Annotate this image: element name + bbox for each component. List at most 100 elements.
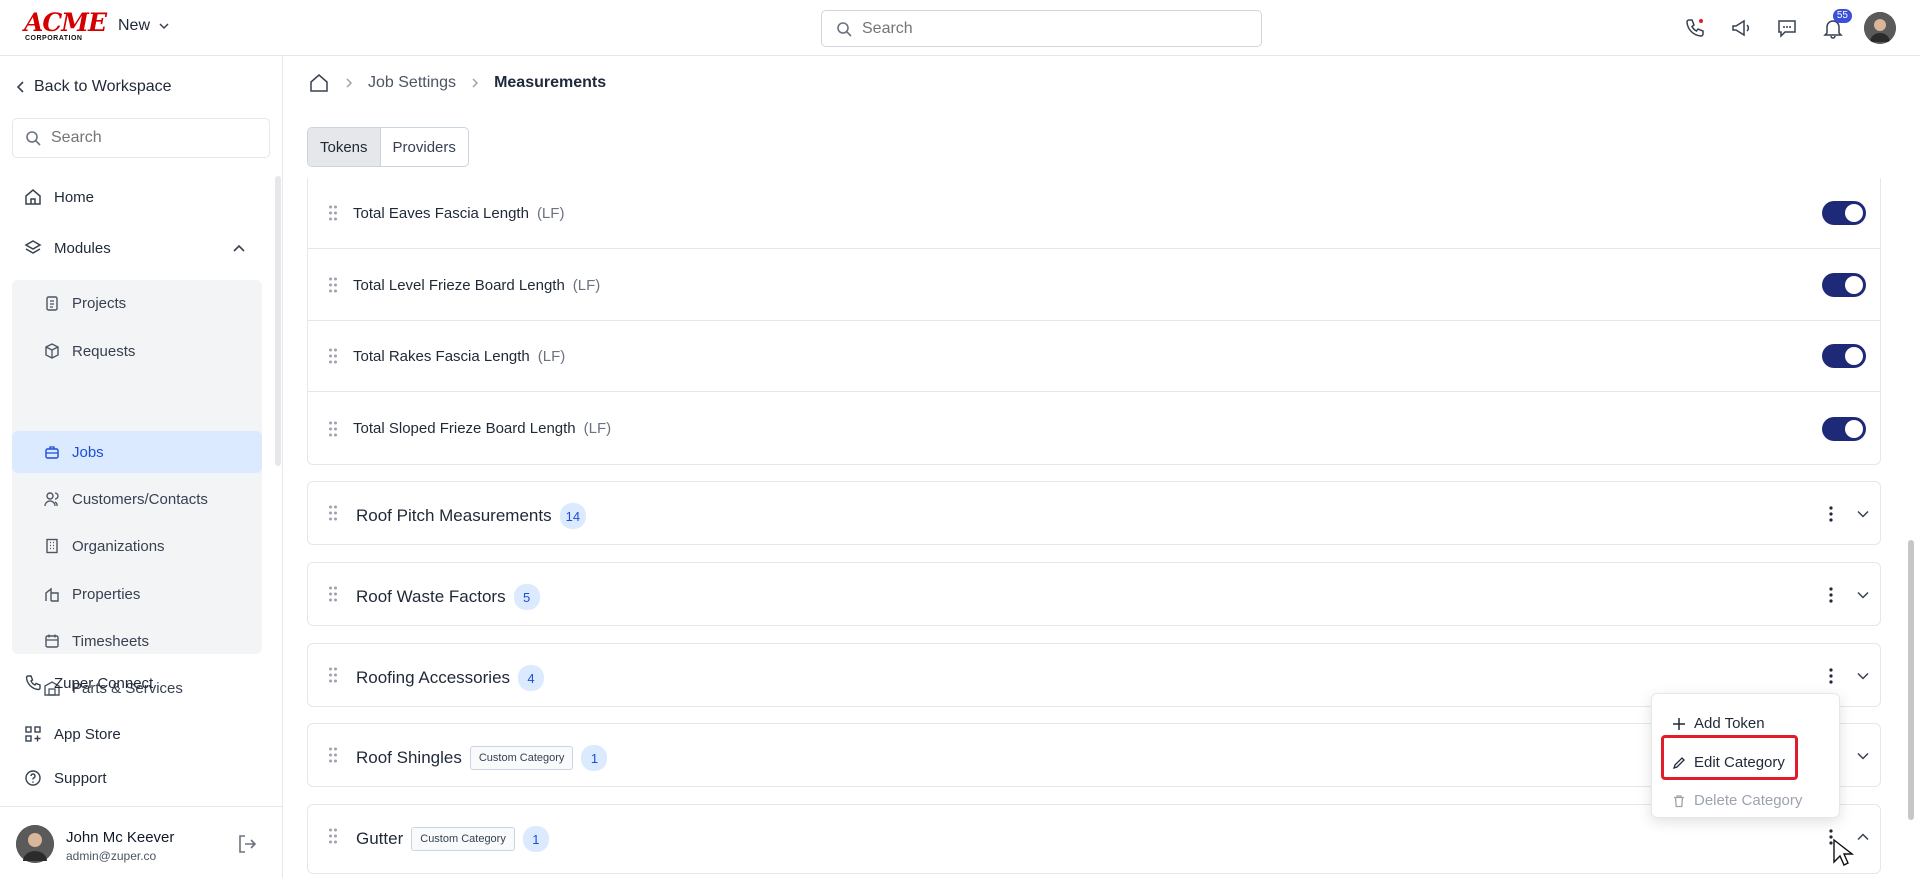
chat-icon[interactable] — [1772, 13, 1802, 43]
app-store-label: App Store — [54, 725, 121, 743]
help-circle-icon — [25, 770, 41, 786]
logo-text: ACME — [24, 8, 107, 37]
chevron-up-icon — [233, 244, 245, 252]
properties-label: Properties — [72, 585, 141, 603]
sidebar: Back to Workspace Home Modules Projects … — [0, 56, 283, 878]
chevron-down-icon[interactable] — [1853, 744, 1873, 768]
token-toggle[interactable] — [1822, 344, 1866, 368]
sidebar-item-organizations[interactable]: Organizations — [12, 525, 262, 567]
drag-handle-icon[interactable] — [328, 276, 338, 294]
breadcrumb-current: Measurements — [494, 74, 607, 91]
new-dropdown-button[interactable]: New — [118, 17, 170, 35]
chevron-down-icon[interactable] — [1853, 664, 1873, 688]
breadcrumb: Job Settings Measurements — [308, 72, 606, 94]
projects-label: Projects — [72, 294, 127, 312]
token-row: Total Rakes Fascia Length (LF) — [308, 321, 1880, 392]
customers-contacts-label: Customers/Contacts — [72, 490, 208, 508]
category-card-roof-pitch[interactable]: Roof Pitch Measurements 14 — [307, 481, 1881, 545]
category-card-gutter[interactable]: Gutter Custom Category 1 — [307, 804, 1881, 874]
sidebar-scrollbar[interactable] — [275, 176, 281, 466]
sidebar-item-projects[interactable]: Projects — [12, 282, 262, 324]
organizations-label: Organizations — [72, 537, 165, 555]
box-icon — [45, 343, 59, 359]
category-card-roofing-accessories[interactable]: Roofing Accessories 4 — [307, 643, 1881, 707]
sidebar-item-modules[interactable]: Modules — [24, 239, 250, 257]
add-token-menu-item[interactable]: Add Token — [1672, 715, 1765, 732]
token-toggle[interactable] — [1822, 416, 1866, 441]
sidebar-search-box[interactable] — [12, 118, 270, 158]
chevron-down-icon[interactable] — [1853, 583, 1873, 607]
sidebar-item-jobs[interactable]: Jobs — [12, 431, 262, 473]
megaphone-icon[interactable] — [1726, 13, 1756, 43]
drag-handle-icon[interactable] — [328, 420, 338, 438]
user-avatar[interactable] — [1864, 12, 1896, 44]
global-search-input[interactable] — [862, 19, 1242, 38]
acme-logo[interactable]: ACME CORPORATION — [24, 8, 107, 42]
tab-group: Tokens Providers — [307, 127, 469, 167]
sidebar-item-properties[interactable]: Properties — [12, 573, 262, 615]
token-row: Total Sloped Frieze Board Length (LF) — [308, 393, 1880, 464]
back-label: Back to Workspace — [34, 78, 172, 95]
highlight-box — [1661, 735, 1798, 780]
sidebar-item-zuper-connect[interactable]: Zuper Connect — [24, 674, 153, 692]
sidebar-item-app-store[interactable]: App Store — [24, 725, 121, 743]
custom-category-tag: Custom Category — [469, 746, 574, 770]
search-icon — [837, 21, 852, 37]
home-icon — [25, 189, 41, 205]
breadcrumb-job-settings[interactable]: Job Settings — [368, 74, 456, 92]
home-icon[interactable] — [308, 72, 330, 94]
briefcase-icon — [45, 446, 59, 459]
token-row: Total Eaves Fascia Length (LF) — [308, 178, 1880, 249]
token-unit: (LF) — [537, 347, 566, 365]
drag-handle-icon[interactable] — [328, 504, 338, 522]
notification-bell-icon[interactable]: 55 — [1818, 9, 1852, 43]
sidebar-item-customers-contacts[interactable]: Customers/Contacts — [12, 478, 262, 520]
chevron-right-icon — [346, 78, 353, 88]
sidebar-search-input[interactable] — [51, 129, 251, 147]
logout-icon[interactable] — [236, 833, 258, 860]
token-count-badge: 4 — [518, 665, 545, 691]
sidebar-item-support[interactable]: Support — [24, 769, 107, 787]
tab-providers[interactable]: Providers — [381, 128, 468, 166]
chevron-up-icon[interactable] — [1853, 825, 1873, 849]
home-label: Home — [54, 188, 95, 206]
sidebar-item-home[interactable]: Home — [24, 188, 94, 206]
category-title: Gutter Custom Category 1 — [356, 826, 549, 852]
category-card-roof-shingles[interactable]: Roof Shingles Custom Category 1 — [307, 723, 1881, 787]
tab-tokens[interactable]: Tokens — [308, 128, 381, 166]
category-card-roof-waste[interactable]: Roof Waste Factors 5 — [307, 562, 1881, 626]
token-count-badge: 14 — [559, 503, 587, 529]
back-to-workspace-link[interactable]: Back to Workspace — [16, 78, 172, 96]
sidebar-item-requests[interactable]: Requests — [12, 330, 262, 372]
token-name: Total Rakes Fascia Length (LF) — [353, 347, 566, 365]
chevron-left-icon — [16, 81, 24, 93]
token-toggle[interactable] — [1822, 273, 1866, 297]
delete-category-menu-item: Delete Category — [1672, 792, 1802, 809]
phone-icon[interactable] — [1680, 13, 1710, 43]
plus-icon — [1673, 717, 1685, 730]
drag-handle-icon[interactable] — [328, 666, 338, 684]
jobs-label: Jobs — [72, 443, 104, 461]
main-scrollbar[interactable] — [1908, 540, 1914, 820]
token-toggle[interactable] — [1822, 201, 1866, 225]
sidebar-item-timesheets[interactable]: Timesheets — [12, 620, 262, 662]
notification-count-badge: 55 — [1832, 9, 1852, 23]
property-icon — [45, 587, 59, 602]
more-vertical-icon[interactable] — [1823, 583, 1839, 607]
global-search-box[interactable] — [821, 10, 1262, 47]
avatar[interactable] — [16, 825, 54, 863]
tokens-card: Total Eaves Fascia Length (LF) Total Leve… — [307, 178, 1881, 465]
modules-label: Modules — [54, 239, 111, 257]
drag-handle-icon[interactable] — [328, 204, 338, 222]
token-unit: (LF) — [536, 204, 565, 222]
zuper-connect-label: Zuper Connect — [54, 674, 154, 692]
more-vertical-icon[interactable] — [1823, 664, 1839, 688]
drag-handle-icon[interactable] — [328, 746, 338, 764]
drag-handle-icon[interactable] — [328, 827, 338, 845]
drag-handle-icon[interactable] — [328, 347, 338, 365]
token-row: Total Level Frieze Board Length (LF) — [308, 250, 1880, 321]
chevron-down-icon[interactable] — [1853, 502, 1873, 526]
chevron-down-icon — [159, 23, 169, 30]
more-vertical-icon[interactable] — [1823, 502, 1839, 526]
drag-handle-icon[interactable] — [328, 585, 338, 603]
